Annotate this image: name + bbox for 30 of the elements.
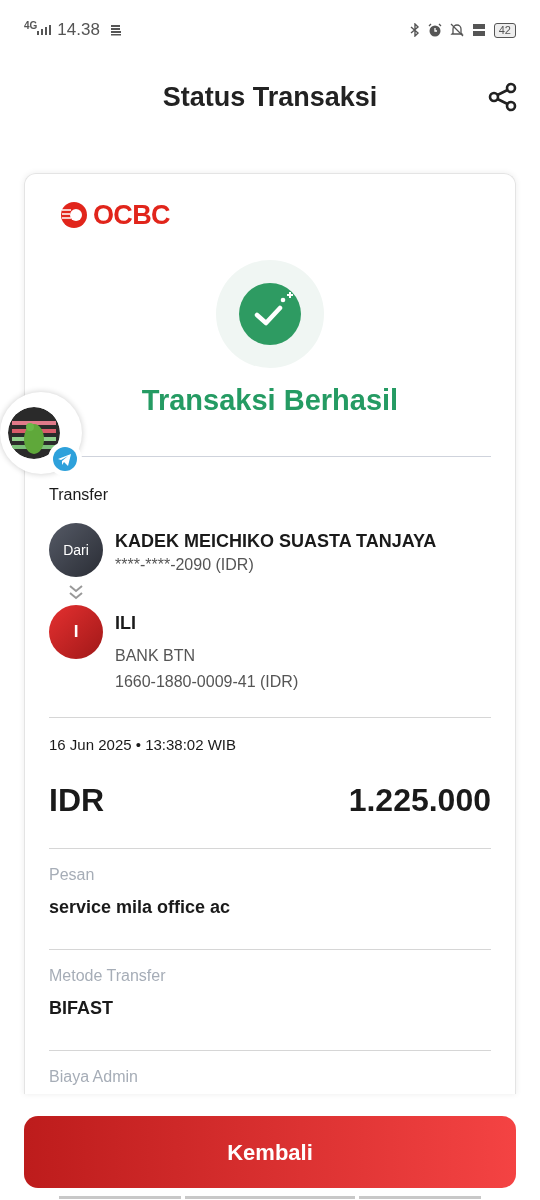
field-label: Pesan xyxy=(49,865,96,885)
recipient-bank: BANK BTN xyxy=(115,646,196,666)
transaction-datetime: 16 Jun 2025 • 13:38:02 WIB xyxy=(49,735,238,755)
muted-bell-icon xyxy=(449,23,464,37)
page-title: Status Transaksi xyxy=(162,80,378,114)
alarm-icon xyxy=(427,23,442,37)
back-button[interactable]: Kembali xyxy=(24,1116,516,1188)
recipient-avatar: I xyxy=(49,605,103,659)
bluetooth-icon xyxy=(409,23,420,37)
sender-avatar: Dari xyxy=(49,523,103,577)
clock-time: 14.38 xyxy=(57,19,100,42)
status-text: Transaksi Berhasil xyxy=(140,383,400,418)
amount-value: 1.225.000 xyxy=(348,781,491,820)
double-chevron-icon xyxy=(67,583,85,601)
recipient-account: 1660-1880-0009-41 (IDR) xyxy=(115,672,299,692)
share-icon xyxy=(488,82,518,112)
signal-icon xyxy=(37,25,52,35)
field-value: service mila office ac xyxy=(49,896,232,919)
field-label: Metode Transfer xyxy=(49,966,167,986)
transaction-type: Transfer xyxy=(49,485,109,505)
check-icon xyxy=(238,282,302,346)
battery-indicator: 42 xyxy=(493,22,516,38)
field-value: BIFAST xyxy=(49,997,114,1020)
currency-code: IDR xyxy=(49,781,105,820)
sender-name: KADEK MEICHIKO SUASTA TANJAYA xyxy=(115,530,437,553)
field-label: Biaya Admin xyxy=(49,1067,139,1087)
bank-logo-text: OCBC xyxy=(93,201,170,229)
sender-account: ****-****-2090 (IDR) xyxy=(115,555,255,575)
recipient-name: ILI xyxy=(115,612,137,635)
network-type: 4G xyxy=(24,21,38,31)
